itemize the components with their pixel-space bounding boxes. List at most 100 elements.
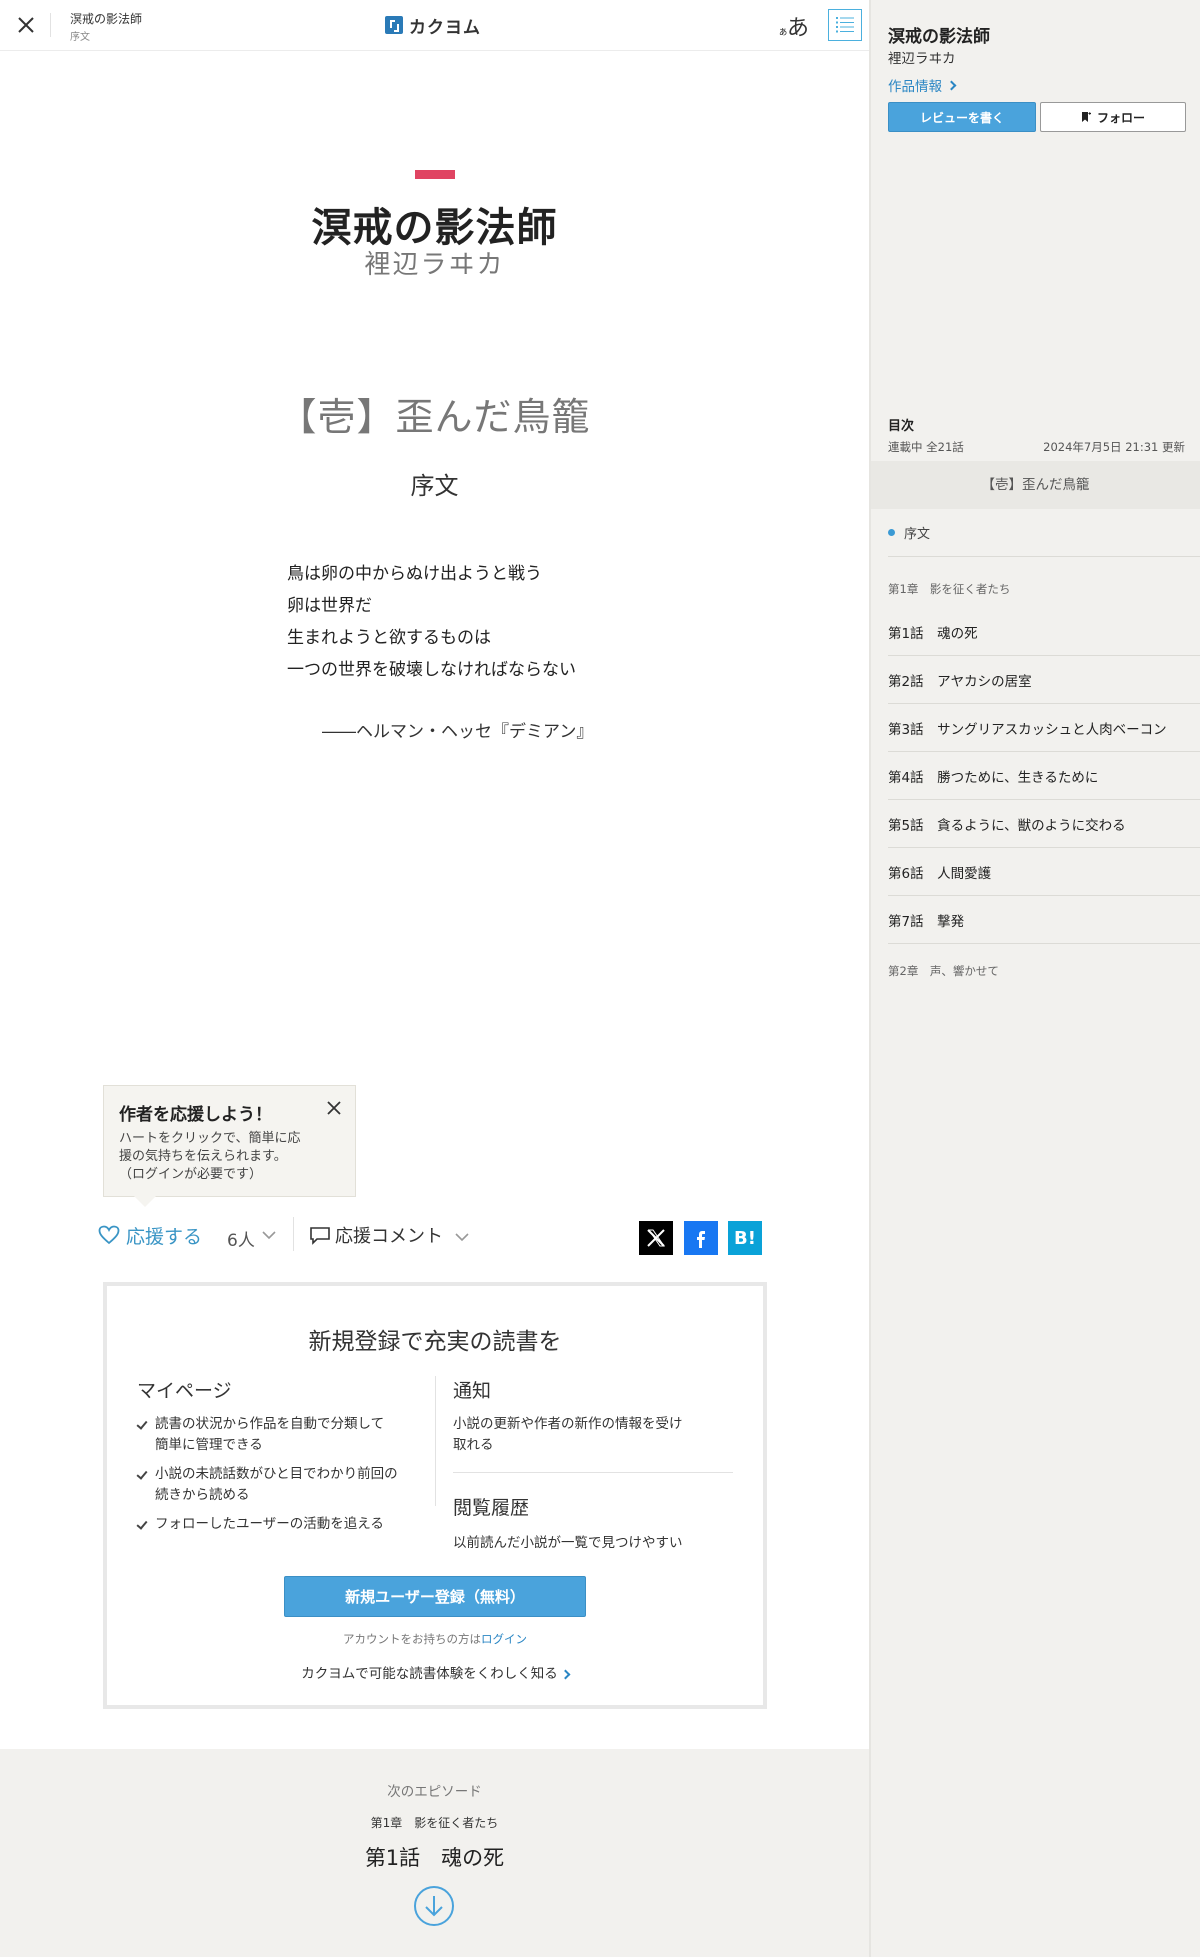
tooltip-line: 援の気持ちを伝えられます。 (119, 1149, 287, 1164)
tooltip-line: ハートをクリックで、簡単に応 (119, 1131, 301, 1146)
share-hatena-button[interactable]: B! (728, 1221, 762, 1255)
login-prefix: アカウントをお持ちの方は (343, 1632, 481, 1646)
feature-item: 読書の状況から作品を自動で分類して 簡単に管理できる (137, 1414, 422, 1456)
learn-more-link[interactable]: カクヨムで可能な読書体験をくわしく知る (107, 1662, 763, 1682)
work-info-label: 作品情報 (888, 79, 942, 95)
tooltip-close-button[interactable] (324, 1098, 344, 1118)
logo-text: カクヨム (409, 17, 481, 38)
chevron-down-icon (262, 1231, 276, 1240)
cheer-label: 応援する (126, 1225, 203, 1248)
login-link[interactable]: ログイン (481, 1632, 527, 1646)
toc-episode-list: 第1話 魂の死 第2話 アヤカシの居室 第3話 サングリアスカッシュと人肉ベーコ… (888, 608, 1200, 944)
next-episode-section: 次のエピソード 第1章 影を征く者たち 第1話 魂の死 (0, 1749, 869, 1957)
toc-current-episode[interactable]: 序文 (888, 509, 1200, 557)
history-title: 閲覧履歴 (453, 1497, 530, 1519)
cheer-expand-button[interactable] (260, 1226, 278, 1244)
body-line: 鳥は卵の中からぬけ出ようと戦う (287, 564, 542, 584)
mypage-feature-list: 読書の状況から作品を自動で分類して 簡単に管理できる 小説の未読話数がひと目でわ… (137, 1414, 422, 1543)
body-line: 一つの世界を破壊しなければならない (287, 660, 576, 680)
toc-chapter-2: 第2章 声、響かせて (888, 964, 999, 978)
toc-episode-item[interactable]: 第4話 勝つために、生きるために (888, 752, 1200, 800)
cheer-count[interactable]: 6人 (227, 1226, 255, 1251)
share-facebook-button[interactable] (684, 1221, 718, 1255)
feature-line: 読書の状況から作品を自動で分類して (155, 1416, 385, 1432)
toc-episode-item[interactable]: 第5話 貪るように、獣のように交わる (888, 800, 1200, 848)
citation: ――ヘルマン・ヘッセ『デミアン』 (322, 722, 594, 742)
kakuyomu-logo[interactable]: カクヨム (385, 13, 481, 38)
history-desc: 以前読んだ小説が一覧で見つけやすい (453, 1535, 683, 1551)
tooltip-body: ハートをクリックで、簡単に応 援の気持ちを伝えられます。 （ログインが必要です） (119, 1130, 339, 1184)
toc-arc-heading[interactable]: 【壱】歪んだ鳥籠 (871, 461, 1200, 509)
close-button[interactable] (12, 11, 40, 39)
next-episode-button[interactable] (413, 1885, 455, 1927)
login-prompt: アカウントをお持ちの方はログイン (107, 1631, 763, 1647)
episode-title: 序文 (410, 472, 459, 500)
chevron-right-icon (560, 1669, 571, 1680)
next-episode-label: 次のエピソード (387, 1784, 482, 1800)
toc-episode-item[interactable]: 第2話 アヤカシの居室 (888, 656, 1200, 704)
sidebar-work-title[interactable]: 溟戒の影法師 (888, 22, 990, 47)
toc-toggle-button[interactable] (828, 9, 862, 41)
heart-icon (98, 1225, 120, 1245)
current-episode-label: 序文 (904, 527, 931, 542)
follow-button[interactable]: フォロー (1040, 102, 1186, 132)
font-size-button[interactable]: ぁ あ (776, 9, 812, 41)
cheer-comment-button[interactable]: 応援コメント (309, 1221, 443, 1249)
work-info-link[interactable]: 作品情報 (888, 75, 957, 95)
speech-bubble-icon (310, 1227, 330, 1245)
mypage-title: マイページ (137, 1380, 232, 1402)
work-author[interactable]: 裡辺ラヰカ (0, 244, 869, 281)
last-updated: 2024年7月5日 21:31 更新 (1043, 440, 1185, 454)
bookmark-plus-icon (1081, 112, 1091, 122)
register-button[interactable]: 新規ユーザー登録（無料） (284, 1576, 586, 1617)
episode-body: 鳥は卵の中からぬけ出ようと戦う 卵は世界だ 生まれようと欲するものは 一つの世界… (287, 558, 687, 686)
feature-line: フォローしたユーザーの活動を追える (155, 1516, 384, 1532)
notify-line: 小説の更新や作者の新作の情報を受け (453, 1416, 683, 1432)
close-icon (327, 1101, 341, 1115)
arrow-down-circle-icon (414, 1886, 454, 1926)
x-logo-icon (647, 1229, 665, 1247)
toc-episode-item[interactable]: 第6話 人間愛護 (888, 848, 1200, 896)
feature-item: 小説の未読話数がひと目でわかり前回の 続きから読める (137, 1464, 422, 1506)
cheer-tooltip: 作者を応援しよう！ ハートをクリックで、簡単に応 援の気持ちを伝えられます。 （… (103, 1085, 356, 1207)
header-episode-title: 序文 (70, 32, 90, 43)
write-review-button[interactable]: レビューを書く (888, 102, 1036, 132)
facebook-icon (697, 1231, 705, 1248)
chevron-right-icon (946, 80, 957, 90)
list-icon (836, 17, 854, 33)
notify-line: 取れる (453, 1437, 494, 1453)
close-icon (18, 17, 34, 33)
toc-episode-item[interactable]: 第3話 サングリアスカッシュと人肉ベーコン (888, 704, 1200, 752)
chevron-down-icon (455, 1233, 469, 1242)
sidebar-author[interactable]: 裡辺ラヰカ (888, 47, 956, 67)
action-divider (293, 1217, 294, 1251)
cheer-button[interactable]: 応援する (98, 1221, 202, 1249)
next-episode-title[interactable]: 第1話 魂の死 (0, 1842, 869, 1872)
tooltip-title: 作者を応援しよう！ (119, 1105, 272, 1125)
serial-status: 連載中 全21話 (888, 440, 964, 454)
feature-item: フォローしたユーザーの活動を追える (137, 1514, 422, 1535)
logo-mark-icon (385, 16, 403, 34)
hatena-bookmark-icon: B! (734, 1227, 756, 1249)
follow-label: フォロー (1096, 110, 1145, 125)
title-accent-bar (415, 170, 455, 179)
arc-title: 【壱】歪んだ鳥籠 (278, 395, 591, 439)
tooltip-arrow (134, 1196, 156, 1207)
feature-line: 簡単に管理できる (155, 1437, 263, 1453)
register-heading: 新規登録で充実の読書を (308, 1329, 562, 1355)
feature-line: 続きから読める (155, 1487, 250, 1503)
comment-expand-button[interactable] (453, 1228, 471, 1246)
share-x-button[interactable] (639, 1221, 673, 1255)
toc-episode-item[interactable]: 第1話 魂の死 (888, 608, 1200, 656)
body-line: 生まれようと欲するものは (287, 628, 491, 648)
notify-desc: 小説の更新や作者の新作の情報を受け 取れる (453, 1414, 708, 1456)
top-header: 溟戒の影法師 序文 カクヨム ぁ あ (0, 0, 869, 51)
tooltip-line: （ログインが必要です） (119, 1167, 263, 1182)
feature-line: 小説の未読話数がひと目でわかり前回の (155, 1466, 398, 1482)
row-divider (453, 1472, 733, 1473)
font-big-glyph: あ (787, 16, 810, 41)
header-work-title[interactable]: 溟戒の影法師 (70, 10, 142, 27)
toc-episode-item[interactable]: 第7話 撃発 (888, 896, 1200, 944)
current-indicator-icon (888, 529, 895, 536)
column-divider (435, 1376, 436, 1506)
